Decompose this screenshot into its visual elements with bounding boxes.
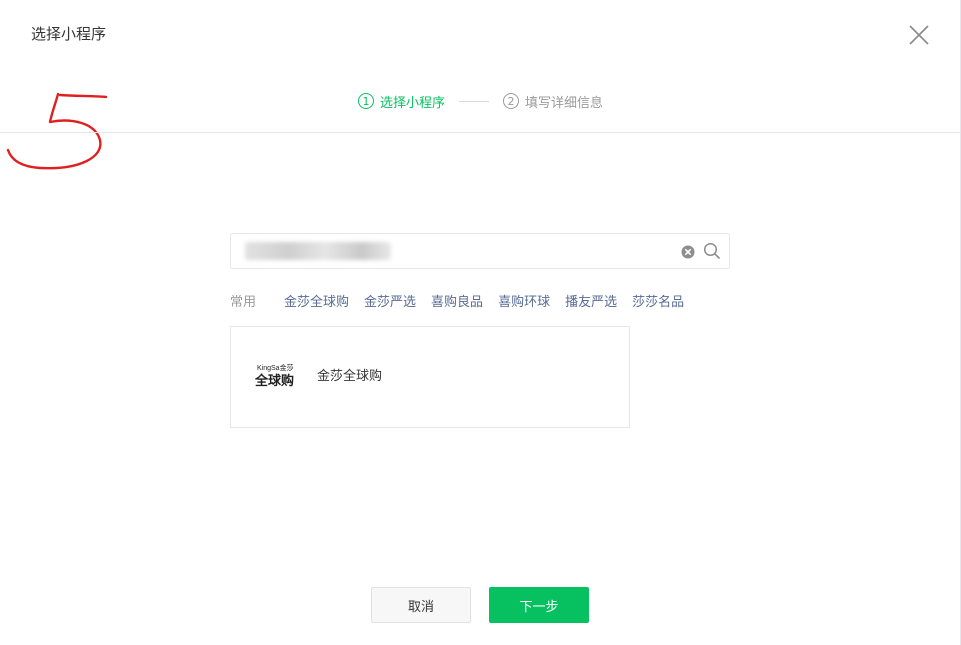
step-connector [459, 100, 489, 102]
common-item[interactable]: 喜购环球 [498, 291, 550, 310]
close-icon[interactable] [906, 22, 932, 48]
next-button[interactable]: 下一步 [489, 587, 589, 623]
step-indicator: 1 选择小程序 2 填写详细信息 [0, 90, 961, 112]
common-item[interactable]: 喜购良品 [431, 291, 483, 310]
step-1-number: 1 [357, 93, 374, 109]
step-2: 2 填写详细信息 [503, 92, 603, 111]
search-box [230, 233, 730, 270]
header-divider [0, 132, 961, 133]
clear-circle-icon[interactable] [681, 244, 695, 259]
dialog-title: 选择小程序 [31, 25, 107, 43]
common-item[interactable]: 金莎严选 [364, 291, 416, 310]
cancel-button[interactable]: 取消 [371, 587, 471, 623]
common-item[interactable]: 莎莎名品 [632, 291, 684, 310]
logo-brand-text: KingSa金莎 [257, 365, 294, 372]
search-input[interactable] [241, 234, 675, 270]
search-icon[interactable] [703, 242, 721, 260]
step-2-number: 2 [503, 93, 519, 109]
select-miniprogram-dialog: 选择小程序 1 选择小程序 2 填写详细信息 常用 金莎全球购 金莎严选 喜购良… [0, 0, 961, 645]
logo-main-text: 全球购 [255, 374, 295, 389]
step-1: 1 选择小程序 [357, 92, 445, 111]
step-2-label: 填写详细信息 [525, 95, 604, 111]
result-item[interactable]: KingSa金莎 全球购 金莎全球购 [230, 326, 630, 428]
common-label: 常用 [230, 294, 257, 310]
result-name: 金莎全球购 [317, 369, 383, 384]
miniprogram-logo: KingSa金莎 全球购 [253, 364, 301, 392]
common-item[interactable]: 播友严选 [565, 291, 617, 310]
step-1-label: 选择小程序 [379, 95, 445, 111]
common-item[interactable]: 金莎全球购 [284, 291, 349, 310]
common-miniprograms: 常用 金莎全球购 金莎严选 喜购良品 喜购环球 播友严选 莎莎名品 [230, 290, 699, 310]
